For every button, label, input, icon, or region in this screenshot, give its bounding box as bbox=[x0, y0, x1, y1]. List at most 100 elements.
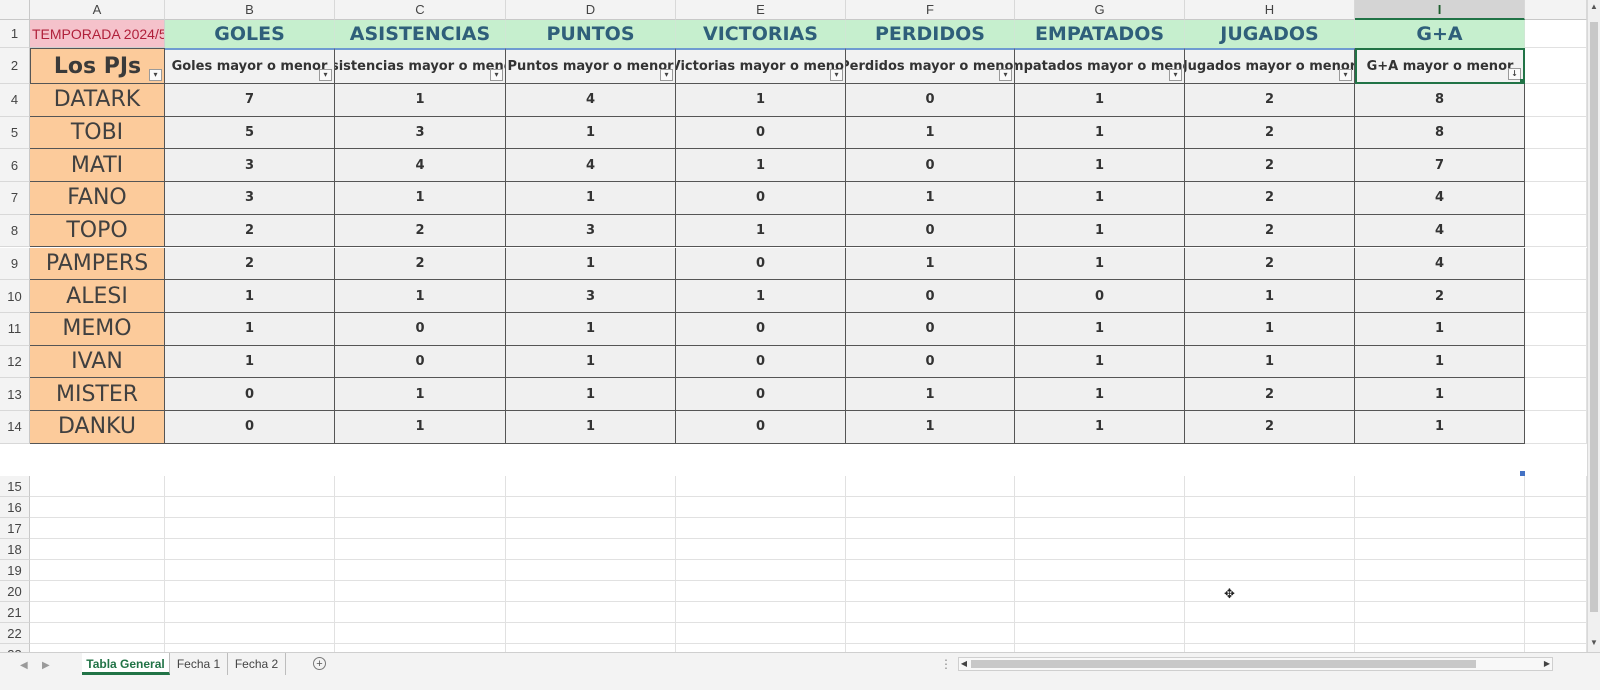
stat-value-cell[interactable]: 0 bbox=[335, 312, 506, 346]
stat-value-cell[interactable]: 0 bbox=[676, 411, 846, 444]
empty-cell[interactable] bbox=[1185, 476, 1355, 498]
row-header-11[interactable]: 11 bbox=[0, 312, 30, 346]
empty-cell[interactable] bbox=[846, 539, 1015, 561]
stat-value-cell[interactable]: 1 bbox=[335, 280, 506, 313]
stat-value-cell[interactable]: 1 bbox=[165, 345, 335, 379]
empty-cell[interactable] bbox=[846, 560, 1015, 582]
stat-value-cell[interactable]: 0 bbox=[846, 280, 1015, 313]
empty-cell[interactable] bbox=[676, 623, 846, 645]
filter-dropdown-icon[interactable]: ▾ bbox=[490, 69, 503, 81]
row-header-17[interactable]: 17 bbox=[0, 518, 30, 540]
empty-cell[interactable] bbox=[30, 602, 165, 624]
empty-cell[interactable] bbox=[846, 602, 1015, 624]
fill-handle[interactable] bbox=[1520, 79, 1525, 84]
empty-cell[interactable] bbox=[676, 560, 846, 582]
empty-cell[interactable] bbox=[1355, 539, 1525, 561]
column-header-i[interactable]: I bbox=[1355, 0, 1525, 20]
stat-value-cell[interactable]: 1 bbox=[846, 116, 1015, 150]
empty-cell[interactable] bbox=[1185, 518, 1355, 540]
stat-value-cell[interactable]: 8 bbox=[1355, 116, 1525, 150]
stat-value-cell[interactable]: 4 bbox=[1355, 182, 1525, 215]
tab-tabla-general[interactable]: Tabla General bbox=[82, 653, 170, 675]
row-header-1[interactable]: 1 bbox=[0, 20, 30, 48]
filter-dropdown-icon[interactable]: ▾ bbox=[1169, 69, 1182, 81]
stat-value-cell[interactable]: 8 bbox=[1355, 84, 1525, 117]
empty-cell[interactable] bbox=[1015, 539, 1185, 561]
player-name-cell[interactable]: PAMPERS bbox=[30, 247, 165, 281]
column-header-h[interactable]: H bbox=[1185, 0, 1355, 20]
filter-header-3[interactable]: Puntos mayor o menor ▾ bbox=[506, 48, 676, 84]
column-header-g[interactable]: G bbox=[1015, 0, 1185, 20]
stat-value-cell[interactable]: 1 bbox=[1015, 214, 1185, 248]
empty-cell[interactable] bbox=[506, 581, 676, 603]
empty-cell[interactable] bbox=[676, 518, 846, 540]
empty-cell[interactable] bbox=[1525, 560, 1587, 582]
empty-cell[interactable] bbox=[1525, 149, 1587, 183]
filter-dropdown-icon[interactable]: ▾ bbox=[660, 69, 673, 81]
stat-value-cell[interactable]: 1 bbox=[335, 411, 506, 444]
select-all-corner[interactable] bbox=[0, 0, 30, 20]
stat-value-cell[interactable]: 1 bbox=[165, 280, 335, 313]
empty-cell[interactable] bbox=[30, 497, 165, 519]
scroll-up-icon[interactable]: ▲ bbox=[1588, 0, 1600, 14]
filter-header-7[interactable]: Jugados mayor o menor ▾ bbox=[1185, 48, 1355, 84]
filter-header-6[interactable]: Empatados mayor o menor▾ bbox=[1015, 48, 1185, 84]
empty-cell[interactable] bbox=[506, 560, 676, 582]
stat-value-cell[interactable]: 0 bbox=[676, 378, 846, 411]
stat-value-cell[interactable]: 1 bbox=[1355, 378, 1525, 411]
empty-cell[interactable] bbox=[1525, 84, 1587, 117]
stat-value-cell[interactable]: 0 bbox=[676, 116, 846, 150]
stat-value-cell[interactable]: 1 bbox=[506, 116, 676, 150]
stat-value-cell[interactable]: 1 bbox=[1015, 84, 1185, 117]
stat-header-7[interactable]: JUGADOS bbox=[1185, 20, 1355, 48]
empty-cell[interactable] bbox=[1525, 116, 1587, 150]
player-name-cell[interactable]: TOPO bbox=[30, 214, 165, 248]
filter-header-1[interactable]: Goles mayor o menor ▾ bbox=[165, 48, 335, 84]
player-name-cell[interactable]: FANO bbox=[30, 182, 165, 215]
filter-header-5[interactable]: Perdidos mayor o menor ▾ bbox=[846, 48, 1015, 84]
row-header-20[interactable]: 20 bbox=[0, 581, 30, 603]
row-header-22[interactable]: 22 bbox=[0, 623, 30, 645]
stat-header-8[interactable]: G+A bbox=[1355, 20, 1525, 48]
empty-cell[interactable] bbox=[165, 518, 335, 540]
stat-value-cell[interactable]: 0 bbox=[676, 312, 846, 346]
stat-value-cell[interactable]: 0 bbox=[165, 378, 335, 411]
empty-cell[interactable] bbox=[1185, 560, 1355, 582]
column-header-f[interactable]: F bbox=[846, 0, 1015, 20]
empty-cell[interactable] bbox=[30, 539, 165, 561]
scroll-down-icon[interactable]: ▼ bbox=[1588, 636, 1600, 650]
row-header-2[interactable]: 2 bbox=[0, 48, 30, 84]
tab-next-icon[interactable]: ▶ bbox=[42, 660, 50, 671]
horizontal-scrollbar[interactable]: ◀ ▶ bbox=[958, 657, 1553, 671]
stat-value-cell[interactable]: 3 bbox=[506, 280, 676, 313]
stat-value-cell[interactable]: 1 bbox=[335, 84, 506, 117]
stat-value-cell[interactable]: 3 bbox=[335, 116, 506, 150]
column-header-j[interactable] bbox=[1525, 0, 1587, 20]
stat-value-cell[interactable]: 2 bbox=[1185, 411, 1355, 444]
empty-cell[interactable] bbox=[165, 539, 335, 561]
stat-value-cell[interactable]: 2 bbox=[335, 247, 506, 281]
stat-value-cell[interactable]: 1 bbox=[846, 182, 1015, 215]
row-header-8[interactable]: 8 bbox=[0, 214, 30, 248]
empty-cell[interactable] bbox=[165, 602, 335, 624]
empty-cell[interactable] bbox=[1525, 345, 1587, 379]
empty-cell[interactable] bbox=[676, 581, 846, 603]
empty-cell[interactable] bbox=[1355, 476, 1525, 498]
horizontal-scroll-thumb[interactable] bbox=[971, 660, 1476, 668]
stat-value-cell[interactable]: 5 bbox=[165, 116, 335, 150]
empty-cell[interactable] bbox=[1525, 247, 1587, 281]
column-header-b[interactable]: B bbox=[165, 0, 335, 20]
stat-value-cell[interactable]: 1 bbox=[1015, 149, 1185, 183]
empty-cell[interactable] bbox=[1525, 411, 1587, 444]
stat-value-cell[interactable]: 1 bbox=[846, 411, 1015, 444]
stat-value-cell[interactable]: 0 bbox=[676, 182, 846, 215]
players-header-cell[interactable]: Los PJs ▾ bbox=[30, 48, 165, 84]
stat-value-cell[interactable]: 0 bbox=[165, 411, 335, 444]
empty-cell[interactable] bbox=[1185, 602, 1355, 624]
empty-cell[interactable] bbox=[1355, 623, 1525, 645]
row-header-14[interactable]: 14 bbox=[0, 411, 30, 444]
table-resize-handle[interactable] bbox=[1520, 471, 1525, 476]
empty-cell[interactable] bbox=[30, 518, 165, 540]
empty-cell[interactable] bbox=[1015, 560, 1185, 582]
stat-value-cell[interactable]: 1 bbox=[335, 182, 506, 215]
